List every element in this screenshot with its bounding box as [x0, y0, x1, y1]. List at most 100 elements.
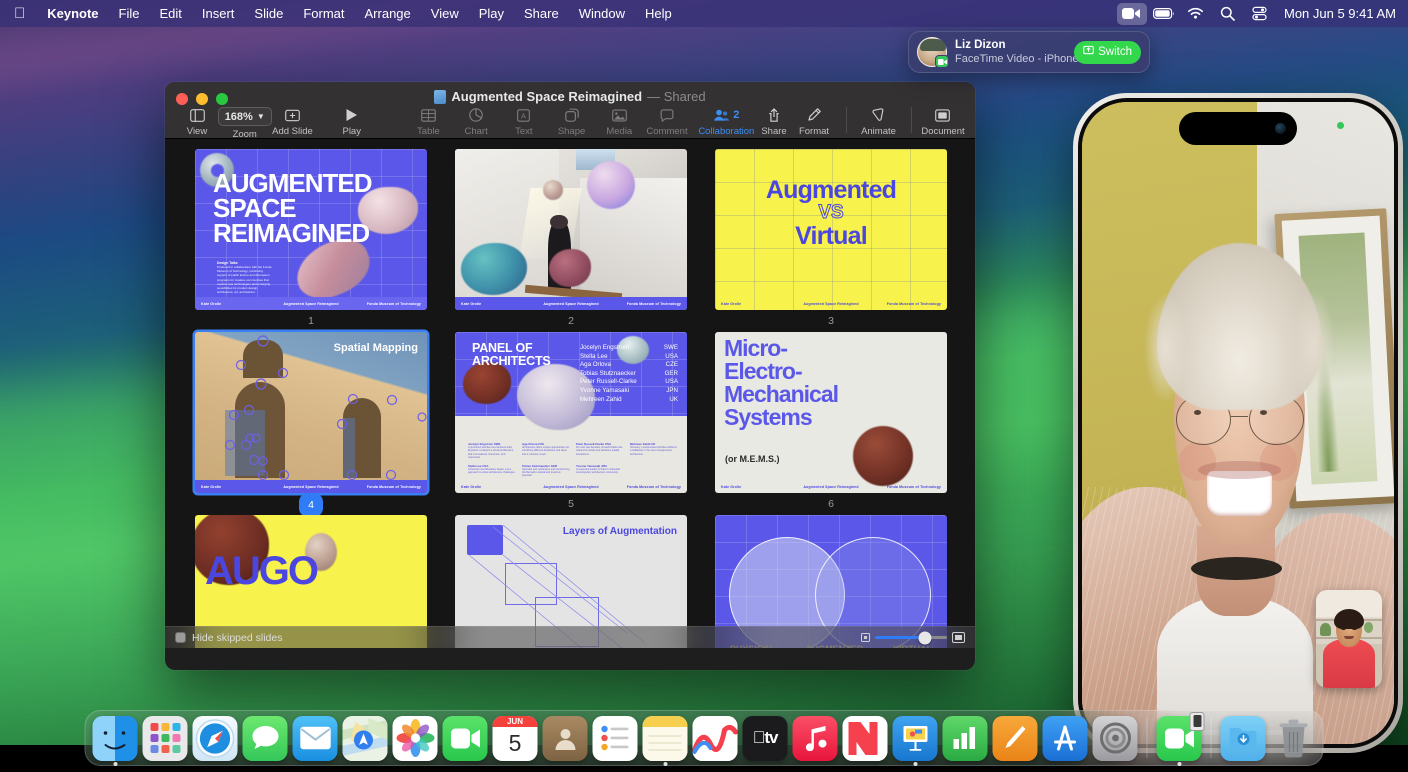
sidebar-icon [190, 107, 205, 123]
control-center-icon[interactable] [1245, 3, 1275, 25]
slide-thumbnail[interactable]: Micro- Electro- Mechanical Systems (or M… [715, 332, 947, 493]
slide-item-selected[interactable]: Spatial Mapping Kate Grolle Augmented Sp… [195, 332, 427, 515]
menu-item-view[interactable]: View [421, 0, 469, 27]
toolbar-media-button[interactable]: Media [599, 107, 639, 137]
slide-thumbnail[interactable]: Kate Grolle Augmented Space Reimagined F… [455, 149, 687, 310]
appstore-icon[interactable] [1043, 716, 1088, 761]
roster-row: Mehreen ZahidUK [580, 396, 678, 405]
search-icon[interactable] [1213, 3, 1243, 25]
downloads-folder-icon[interactable] [1221, 716, 1266, 761]
menu-item-edit[interactable]: Edit [150, 0, 192, 27]
facetime-icon[interactable] [443, 716, 488, 761]
document-icon [935, 107, 950, 123]
system-settings-icon[interactable] [1093, 716, 1138, 761]
dock-app-keynote[interactable] [893, 716, 938, 761]
numbers-icon[interactable] [943, 716, 988, 761]
dock-app-facetime-continuity[interactable] [1157, 716, 1202, 761]
notification-subtitle[interactable]: FaceTime Video - iPhone › [955, 52, 1074, 66]
contacts-icon[interactable] [543, 716, 588, 761]
document-title[interactable]: Augmented Space Reimagined [451, 89, 642, 104]
toolbar-animate-button[interactable]: Animate [859, 107, 899, 137]
toolbar-shape-button[interactable]: Shape [552, 107, 592, 137]
toolbar-text-button[interactable]: A Text [504, 107, 544, 137]
toolbar-share-button[interactable]: Share [754, 107, 794, 137]
slide-thumbnail[interactable]: AUGMENTED SPACE REIMAGINED Design Talks … [195, 149, 427, 310]
reminders-icon[interactable] [593, 716, 638, 761]
toolbar-zoom-button[interactable]: 168% ▼ Zoom [225, 107, 265, 140]
music-icon[interactable] [793, 716, 838, 761]
news-icon[interactable] [843, 716, 888, 761]
keynote-icon[interactable] [893, 716, 938, 761]
slide-thumbnail[interactable]: Augmented VS Virtual Kate Grolle Augment… [715, 149, 947, 310]
safari-icon[interactable] [193, 716, 238, 761]
slide-footer-left: Kate Grolle [461, 302, 534, 306]
toolbar-add-slide-button[interactable]: Add Slide [272, 107, 312, 137]
toolbar-chart-button[interactable]: Chart [456, 107, 496, 137]
large-thumbnail-icon[interactable] [952, 632, 965, 643]
zoom-chevron-icon[interactable]: 168% ▼ [218, 107, 272, 126]
slide-number: 3 [715, 310, 947, 332]
slide-item[interactable]: AUGMENTED SPACE REIMAGINED Design Talks … [195, 149, 427, 332]
thumbnail-size-slider[interactable] [875, 636, 947, 639]
slider-knob[interactable] [919, 631, 932, 644]
mail-icon[interactable] [293, 716, 338, 761]
slide-title-text: Layers of Augmentation [563, 526, 677, 537]
slide-thumbnail[interactable]: PANEL OF ARCHITECTS Jocelyn EngstromSWE … [455, 332, 687, 493]
slide-item[interactable]: PANEL OF ARCHITECTS Jocelyn EngstromSWE … [455, 332, 687, 515]
freeform-icon[interactable] [693, 716, 738, 761]
slide-item[interactable]: Augmented VS Virtual Kate Grolle Augment… [715, 149, 947, 332]
slide-footer: Kate Grolle Augmented Space Reimagined F… [455, 297, 687, 310]
toolbar-comment-button[interactable]: Comment [647, 107, 687, 137]
slide-item[interactable]: Kate Grolle Augmented Space Reimagined F… [455, 149, 687, 332]
switch-button[interactable]: Switch [1074, 41, 1141, 64]
toolbar-view-button[interactable]: View [177, 107, 217, 137]
notes-icon[interactable] [643, 716, 688, 761]
svg-text:A: A [521, 111, 526, 120]
facetime-notification[interactable]: Liz Dizon FaceTime Video - iPhone › Swit… [908, 31, 1150, 73]
photos-icon[interactable] [393, 716, 438, 761]
hide-skipped-slides-checkbox[interactable] [175, 632, 186, 643]
battery-icon[interactable] [1149, 3, 1179, 25]
menu-item-play[interactable]: Play [469, 0, 514, 27]
menu-item-help[interactable]: Help [635, 0, 682, 27]
menu-item-format[interactable]: Format [293, 0, 354, 27]
toolbar-collaboration-button[interactable]: 2 Collaboration [706, 107, 746, 137]
slide-footer-left: Kate Grolle [201, 485, 274, 489]
toolbar-document-button[interactable]: Document [923, 107, 963, 137]
slide-navigator[interactable]: AUGMENTED SPACE REIMAGINED Design Talks … [165, 139, 975, 648]
menu-item-window[interactable]: Window [569, 0, 635, 27]
appletv-icon[interactable]: tv [743, 716, 788, 761]
menu-item-arrange[interactable]: Arrange [355, 0, 421, 27]
messages-icon[interactable] [243, 716, 288, 761]
dock-app-finder[interactable] [93, 716, 138, 761]
toolbar-format-button[interactable]: Format [794, 107, 834, 137]
trash-icon[interactable] [1271, 716, 1316, 761]
menu-item-slide[interactable]: Slide [244, 0, 293, 27]
wifi-icon[interactable] [1181, 3, 1211, 25]
roster-row: Peter Russell-ClarkeUSA [580, 378, 678, 387]
toolbar-play-button[interactable]: Play [332, 107, 372, 137]
video-camera-icon[interactable] [1117, 3, 1147, 25]
menu-item-file[interactable]: File [109, 0, 150, 27]
menu-item-insert[interactable]: Insert [192, 0, 245, 27]
facetime-self-video-pip[interactable] [1316, 590, 1382, 688]
slide-footer-center: Augmented Space Reimagined [534, 485, 609, 489]
toolbar-table-button[interactable]: Table [408, 107, 448, 137]
finder-icon[interactable] [93, 716, 138, 761]
bio-entry: Jocelyn Engstrom SWEA prominent architec… [468, 442, 516, 460]
launchpad-icon[interactable] [143, 716, 188, 761]
small-thumbnail-icon[interactable] [861, 633, 870, 642]
pip-plant [1320, 623, 1331, 636]
menu-item-keynote[interactable]: Keynote [37, 0, 108, 27]
slide-thumbnail[interactable]: Spatial Mapping Kate Grolle Augmented Sp… [195, 332, 427, 493]
maps-icon[interactable] [343, 716, 388, 761]
menu-item-share[interactable]: Share [514, 0, 569, 27]
menubar-clock[interactable]: Mon Jun 5 9:41 AM [1284, 6, 1396, 21]
pages-icon[interactable] [993, 716, 1038, 761]
apple-logo-icon[interactable]:  [14, 6, 25, 21]
slide-item[interactable]: Micro- Electro- Mechanical Systems (or M… [715, 332, 947, 515]
dock-app-notes[interactable] [643, 716, 688, 761]
calendar-icon[interactable]: JUN 5 [493, 716, 538, 761]
bio-entry [630, 464, 678, 478]
iphone-screen[interactable] [1082, 102, 1394, 744]
